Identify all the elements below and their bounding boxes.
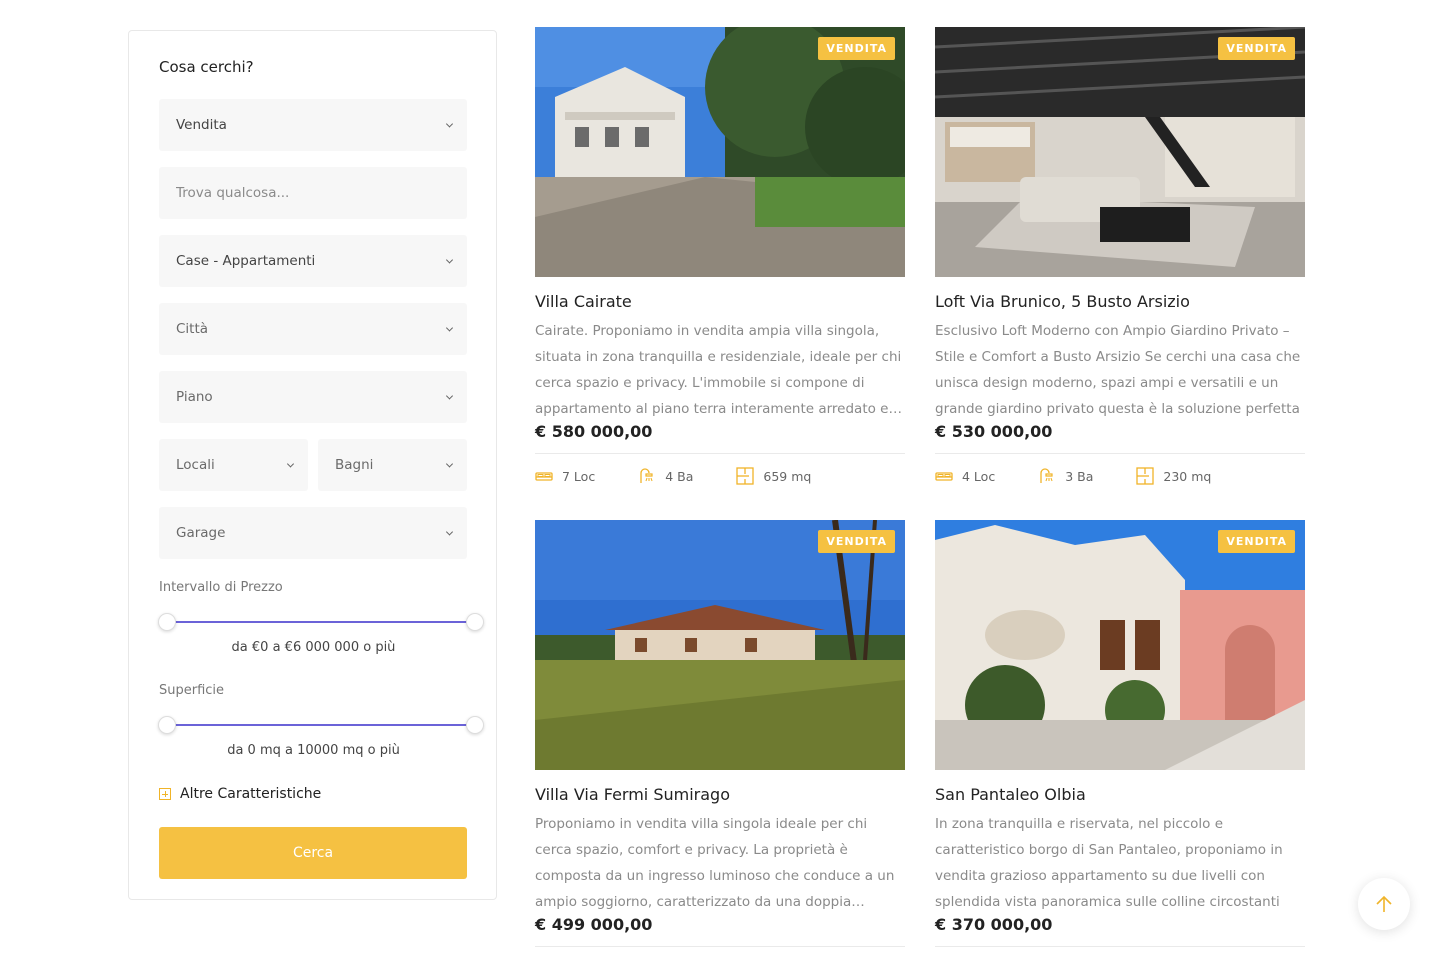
city-value: Città [176,321,209,337]
rooms-select[interactable]: Locali [159,439,308,491]
area-range-label: Superficie [159,683,225,698]
chevron-down-icon [445,256,454,264]
floorplan-icon [1136,467,1155,485]
baths-value: Bagni [335,457,374,473]
listing-photo[interactable]: VENDITA [535,27,905,277]
baths-feature: 3 Ba [1038,467,1093,485]
price-slider[interactable] [158,613,484,631]
area-value: 659 mq [763,468,812,484]
garage-value: Garage [176,525,226,541]
type-value: Case - Appartamenti [176,253,316,269]
listing-price: € 530 000,00 [935,422,1053,441]
apartment-photo [935,520,1305,770]
chevron-down-icon [445,324,454,332]
listing-price: € 370 000,00 [935,915,1053,934]
rooms-feature: 7 Loc [535,467,595,485]
contract-value: Vendita [176,117,227,133]
bed-icon [935,472,953,481]
scroll-to-top-button[interactable] [1358,878,1410,930]
listing-badge: VENDITA [1218,37,1295,60]
rooms-feature: 4 Loc [935,467,995,485]
search-title: Cosa cerchi? [159,58,254,76]
type-select[interactable]: Case - Appartamenti [159,235,467,287]
listing-photo[interactable]: VENDITA [935,520,1305,770]
listing-features: 4 Loc 3 Ba 230 mq [935,467,1254,485]
listing-description: Proponiamo in vendita villa singola idea… [535,816,895,910]
area-feature: 659 mq [736,467,811,485]
listing-title[interactable]: San Pantaleo Olbia [935,785,1086,804]
baths-feature: 4 Ba [638,467,693,485]
floor-select[interactable]: Piano [159,371,467,423]
listing-photo[interactable]: VENDITA [935,27,1305,277]
garage-select[interactable]: Garage [159,507,467,559]
listing-price: € 499 000,00 [535,915,653,934]
listing-features: 7 Loc 4 Ba 659 mq [535,467,854,485]
rooms-value: 4 Loc [962,468,996,484]
chevron-down-icon [445,120,454,128]
price-min-handle[interactable] [158,613,176,631]
chevron-down-icon [286,460,295,468]
divider [535,946,905,947]
listing-card[interactable]: VENDITA San Pantaleo Olbia In zona tranq… [935,520,1305,947]
chevron-down-icon [445,528,454,536]
loft-photo [935,27,1305,277]
villa-photo [535,27,905,277]
listing-card[interactable]: VENDITA Villa Via Fermi Sumirago Proponi… [535,520,905,947]
listing-card[interactable]: VENDITA Loft Via Brunico, 5 Busto Arsizi… [935,27,1305,485]
contract-select[interactable]: Vendita [159,99,467,151]
more-features-label: Altre Caratteristiche [180,786,322,802]
baths-value: 3 Ba [1065,468,1094,484]
shower-icon [640,468,653,483]
divider [935,946,1305,947]
listing-price: € 580 000,00 [535,422,653,441]
search-button[interactable]: Cerca [159,827,467,879]
listing-description: Cairate. Proponiamo in vendita ampia vil… [535,323,902,417]
area-feature: 230 mq [1136,467,1211,485]
area-range-text: da 0 mq a 10000 mq o più [227,743,400,758]
bed-icon [535,472,553,481]
area-min-handle[interactable] [158,716,176,734]
plus-square-icon [159,788,171,800]
listing-title[interactable]: Villa Via Fermi Sumirago [535,785,730,804]
baths-value: 4 Ba [665,468,694,484]
floor-value: Piano [176,389,213,405]
shower-icon [1040,468,1053,483]
chevron-down-icon [445,460,454,468]
keyword-input[interactable] [176,185,467,201]
listing-card[interactable]: VENDITA Villa Cairate Cairate. Proponiam… [535,27,905,485]
divider [535,453,905,454]
price-max-handle[interactable] [466,613,484,631]
listing-badge: VENDITA [818,530,895,553]
rooms-value: Locali [176,457,215,473]
baths-select[interactable]: Bagni [318,439,467,491]
listing-title[interactable]: Loft Via Brunico, 5 Busto Arsizio [935,292,1190,311]
city-select[interactable]: Città [159,303,467,355]
rooms-value: 7 Loc [562,468,596,484]
search-panel: Cosa cerchi? Vendita Case - Appartamenti… [128,30,497,900]
price-range-label: Intervallo di Prezzo [159,580,283,595]
listing-badge: VENDITA [818,37,895,60]
arrow-up-icon [1376,895,1392,912]
floorplan-icon [736,467,755,485]
listing-title[interactable]: Villa Cairate [535,292,632,311]
keyword-field[interactable] [159,167,467,219]
listing-badge: VENDITA [1218,530,1295,553]
listing-description: Esclusivo Loft Moderno con Ampio Giardin… [935,323,1301,417]
listing-description: In zona tranquilla e riservata, nel picc… [935,816,1283,910]
area-slider[interactable] [158,716,484,734]
more-features-toggle[interactable]: Altre Caratteristiche [159,786,321,802]
area-value: 230 mq [1163,468,1212,484]
price-range-text: da €0 a €6 000 000 o più [231,640,396,655]
divider [935,453,1305,454]
area-max-handle[interactable] [466,716,484,734]
villa-photo [535,520,905,770]
chevron-down-icon [445,392,454,400]
listing-photo[interactable]: VENDITA [535,520,905,770]
